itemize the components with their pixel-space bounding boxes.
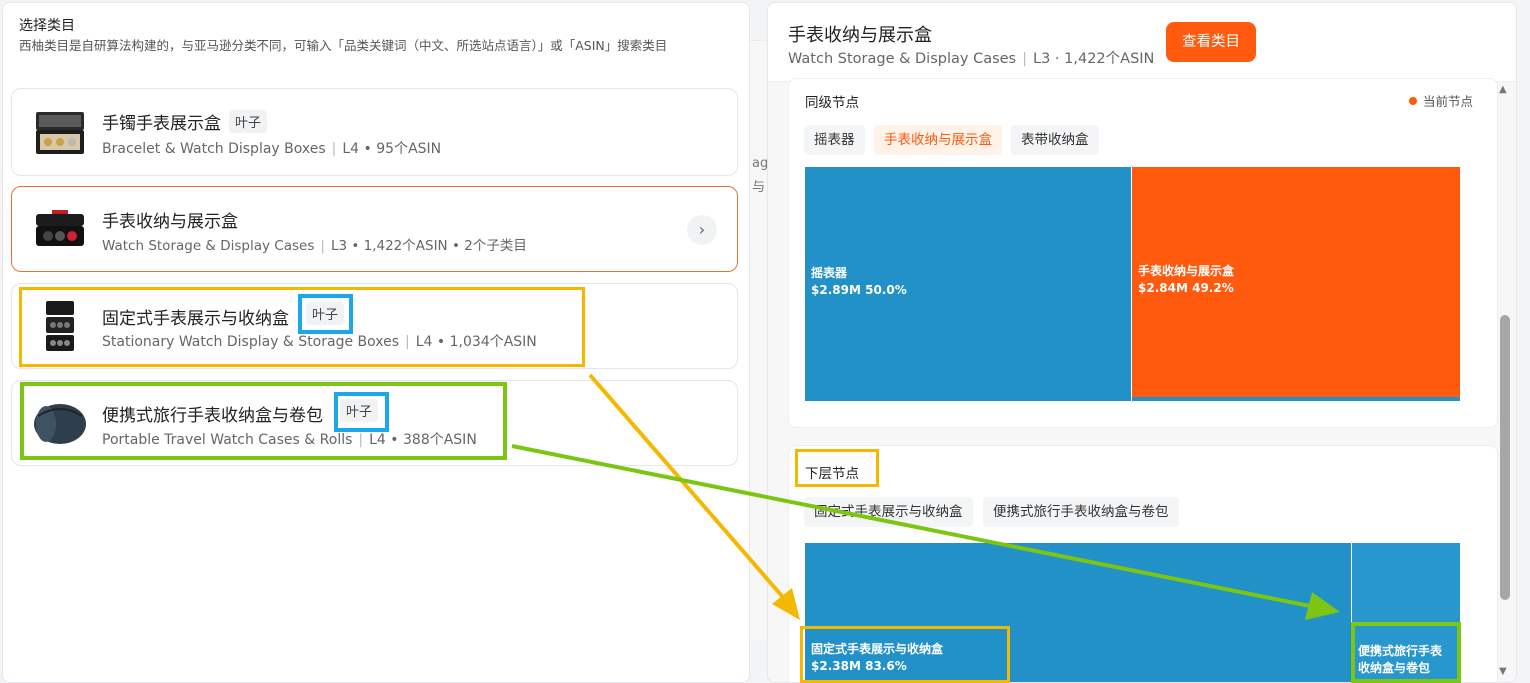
arrow-green — [511, 444, 1311, 608]
annotation-arrows — [511, 373, 1340, 620]
screen: 选择类目 西柚类目是自研算法构建的，与亚马逊分类不同，可输入「品类关键词（中文、… — [0, 0, 1530, 683]
arrow-green-head — [1305, 592, 1340, 620]
arrow-yellow — [588, 373, 790, 605]
arrow-yellow-head — [772, 588, 800, 620]
